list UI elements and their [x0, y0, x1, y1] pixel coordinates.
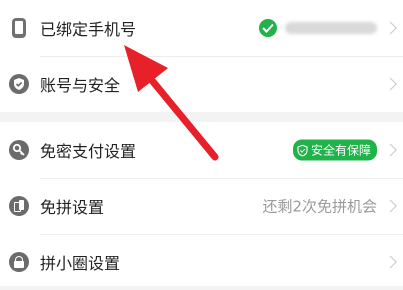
account-security-label: 账号与安全 [40, 76, 121, 95]
chevron-right-icon [384, 199, 397, 213]
bound-phone-row[interactable]: 已绑定手机号 [0, 0, 403, 56]
password-free-payment-label: 免密支付设置 [40, 142, 137, 161]
key-icon [9, 140, 29, 160]
pin-circle-settings-row[interactable]: 拼小圈设置 [0, 234, 403, 290]
account-security-row[interactable]: 账号与安全 [0, 56, 403, 112]
settings-group-account: 已绑定手机号 账号与安全 [0, 0, 403, 112]
lock-icon [9, 252, 29, 272]
chevron-right-icon [384, 143, 397, 157]
shield-check-icon [297, 144, 308, 156]
group-skip-remaining-text: 还剩2次免拼机会 [262, 197, 377, 216]
security-badge-text: 安全有保障 [310, 143, 371, 158]
chevron-right-icon [384, 255, 397, 269]
squares-icon [9, 196, 29, 216]
group-skip-settings-row[interactable]: 免拼设置 还剩2次免拼机会 [0, 178, 403, 234]
phone-icon [12, 18, 26, 38]
security-badge: 安全有保障 [292, 139, 377, 161]
verified-check-icon [259, 19, 277, 37]
shield-icon [9, 74, 29, 94]
password-free-payment-row[interactable]: 免密支付设置 安全有保障 [0, 122, 403, 178]
bound-phone-label: 已绑定手机号 [40, 20, 137, 39]
settings-group-payment: 免密支付设置 安全有保障 免拼设置 还剩2次免拼机会 拼小圈设置 [0, 122, 403, 286]
pin-circle-settings-label: 拼小圈设置 [40, 254, 121, 273]
chevron-right-icon [384, 21, 397, 35]
group-skip-settings-label: 免拼设置 [40, 198, 105, 217]
chevron-right-icon [384, 77, 397, 91]
masked-phone-number [285, 22, 377, 34]
